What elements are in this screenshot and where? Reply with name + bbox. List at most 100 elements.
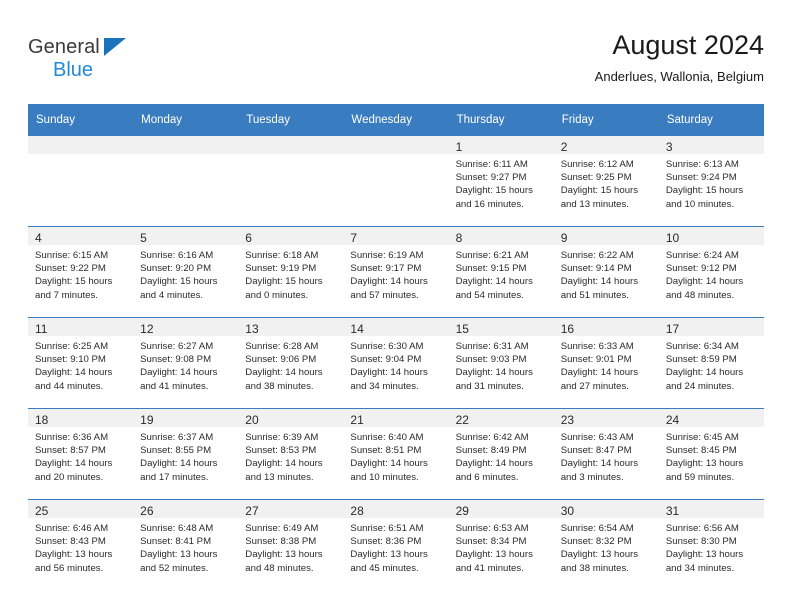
calendar-day-cell[interactable]: 25 Sunrise: 6:46 AM Sunset: 8:43 PM Dayligh… xyxy=(28,499,134,590)
calendar-day-cell[interactable]: 27 Sunrise: 6:49 AM Sunset: 8:38 PM Dayligh… xyxy=(238,499,344,590)
day-number: 5 xyxy=(140,231,147,245)
daylight-text-line1: Daylight: 14 hours xyxy=(560,367,639,379)
day-number: 16 xyxy=(560,322,575,336)
triangle-icon xyxy=(104,38,126,56)
sunrise-text: Sunrise: 6:25 AM xyxy=(35,341,109,352)
day-details: Sunrise: 6:43 AM Sunset: 8:47 PM Daylight:… xyxy=(554,427,659,484)
general-blue-logo[interactable]: General Blue xyxy=(28,36,248,92)
day-number-band xyxy=(133,136,239,154)
sunrise-text: Sunrise: 6:11 AM xyxy=(455,159,528,170)
sunset-text: Sunset: 9:08 PM xyxy=(140,354,212,366)
day-details: Sunrise: 6:56 AM Sunset: 8:30 PM Daylight:… xyxy=(659,518,764,575)
day-details: Sunrise: 6:21 AM Sunset: 9:15 PM Daylight:… xyxy=(449,245,554,302)
calendar-day-cell[interactable]: 24 Sunrise: 6:45 AM Sunset: 8:45 PM Dayligh… xyxy=(658,408,764,500)
daylight-text-line2: and 38 minutes. xyxy=(560,562,629,574)
calendar-day-cell[interactable]: 22 Sunrise: 6:42 AM Sunset: 8:49 PM Dayligh… xyxy=(448,408,554,500)
calendar-day-cell[interactable]: 26 Sunrise: 6:48 AM Sunset: 8:41 PM Dayligh… xyxy=(133,499,239,590)
calendar-day-cell[interactable]: 6 Sunrise: 6:18 AM Sunset: 9:19 PM Daylight… xyxy=(238,226,344,318)
daylight-text-line1: Daylight: 14 hours xyxy=(245,458,323,470)
calendar-day-cell[interactable]: 17 Sunrise: 6:34 AM Sunset: 8:59 PM Dayligh… xyxy=(658,317,764,409)
day-details: Sunrise: 6:13 AM Sunset: 9:24 PM Daylight:… xyxy=(659,154,764,211)
daylight-text-line1: Daylight: 15 hours xyxy=(245,276,323,288)
calendar-day-cell[interactable]: 9 Sunrise: 6:22 AM Sunset: 9:14 PM Daylight… xyxy=(553,226,659,318)
day-number-band xyxy=(343,136,449,154)
calendar-page: General Blue August 2024 Anderlues, Wall… xyxy=(0,0,792,612)
sunrise-text: Sunrise: 6:31 AM xyxy=(455,341,529,352)
day-number-band: 27 xyxy=(238,500,344,518)
daylight-text-line1: Daylight: 14 hours xyxy=(35,367,113,379)
calendar-day-cell[interactable]: 29 Sunrise: 6:53 AM Sunset: 8:34 PM Dayligh… xyxy=(448,499,554,590)
day-details: Sunrise: 6:28 AM Sunset: 9:06 PM Daylight:… xyxy=(238,336,343,393)
calendar-day-cell[interactable]: 8 Sunrise: 6:21 AM Sunset: 9:15 PM Daylight… xyxy=(448,226,554,318)
sunrise-text: Sunrise: 6:39 AM xyxy=(245,432,319,443)
sunset-text: Sunset: 8:49 PM xyxy=(455,445,527,457)
calendar-day-cell[interactable]: 12 Sunrise: 6:27 AM Sunset: 9:08 PM Dayligh… xyxy=(133,317,239,409)
daylight-text-line1: Daylight: 14 hours xyxy=(560,276,639,288)
calendar-day-cell[interactable]: 16 Sunrise: 6:33 AM Sunset: 9:01 PM Dayligh… xyxy=(553,317,659,409)
calendar-day-cell[interactable]: 13 Sunrise: 6:28 AM Sunset: 9:06 PM Dayligh… xyxy=(238,317,344,409)
daylight-text-line2: and 34 minutes. xyxy=(350,380,419,392)
location-subtitle: Anderlues, Wallonia, Belgium xyxy=(594,69,764,84)
calendar-day-cell[interactable]: 19 Sunrise: 6:37 AM Sunset: 8:55 PM Dayligh… xyxy=(133,408,239,500)
daylight-text-line1: Daylight: 14 hours xyxy=(560,458,639,470)
sunset-text: Sunset: 9:22 PM xyxy=(35,263,106,275)
calendar-day-cell[interactable]: 15 Sunrise: 6:31 AM Sunset: 9:03 PM Dayligh… xyxy=(448,317,554,409)
daylight-text-line2: and 13 minutes. xyxy=(245,471,314,483)
sunrise-text: Sunrise: 6:18 AM xyxy=(245,250,319,261)
sunset-text: Sunset: 9:25 PM xyxy=(560,172,632,184)
calendar-day-cell[interactable]: 23 Sunrise: 6:43 AM Sunset: 8:47 PM Dayligh… xyxy=(553,408,659,500)
daylight-text-line1: Daylight: 13 hours xyxy=(665,458,744,470)
sunrise-text: Sunrise: 6:37 AM xyxy=(140,432,214,443)
sunrise-text: Sunrise: 6:28 AM xyxy=(245,341,319,352)
sunrise-text: Sunrise: 6:19 AM xyxy=(350,250,424,261)
sunrise-text: Sunrise: 6:54 AM xyxy=(560,523,634,534)
daylight-text-line2: and 52 minutes. xyxy=(140,562,209,574)
daylight-text-line1: Daylight: 14 hours xyxy=(455,458,533,470)
sunset-text: Sunset: 9:10 PM xyxy=(35,354,106,366)
calendar-day-cell[interactable]: 31 Sunrise: 6:56 AM Sunset: 8:30 PM Dayligh… xyxy=(658,499,764,590)
calendar-day-cell[interactable]: 4 Sunrise: 6:15 AM Sunset: 9:22 PM Daylight… xyxy=(28,226,134,318)
day-number-band: 30 xyxy=(553,500,659,518)
calendar-day-cell[interactable]: 11 Sunrise: 6:25 AM Sunset: 9:10 PM Dayligh… xyxy=(28,317,134,409)
daylight-text-line2: and 41 minutes. xyxy=(140,380,209,392)
daylight-text-line2: and 7 minutes. xyxy=(35,289,98,301)
calendar-day-cell[interactable]: 2 Sunrise: 6:12 AM Sunset: 9:25 PM Daylight… xyxy=(553,136,659,227)
calendar-day-cell[interactable]: 14 Sunrise: 6:30 AM Sunset: 9:04 PM Dayligh… xyxy=(343,317,449,409)
calendar-day-cell[interactable]: 10 Sunrise: 6:24 AM Sunset: 9:12 PM Dayligh… xyxy=(658,226,764,318)
day-details: Sunrise: 6:39 AM Sunset: 8:53 PM Daylight:… xyxy=(238,427,343,484)
calendar-day-cell[interactable]: 30 Sunrise: 6:54 AM Sunset: 8:32 PM Dayligh… xyxy=(553,499,659,590)
daylight-text-line2: and 41 minutes. xyxy=(455,562,524,574)
sunset-text: Sunset: 8:36 PM xyxy=(350,536,422,548)
day-number: 17 xyxy=(665,322,680,336)
calendar-week-row: 11 Sunrise: 6:25 AM Sunset: 9:10 PM Dayligh… xyxy=(28,317,764,409)
daylight-text-line2: and 13 minutes. xyxy=(560,198,629,210)
calendar-day-cell[interactable]: 3 Sunrise: 6:13 AM Sunset: 9:24 PM Daylight… xyxy=(658,136,764,227)
sunset-text: Sunset: 9:15 PM xyxy=(455,263,527,275)
calendar-day-cell[interactable]: 28 Sunrise: 6:51 AM Sunset: 8:36 PM Dayligh… xyxy=(343,499,449,590)
sunrise-text: Sunrise: 6:12 AM xyxy=(560,159,634,170)
day-number: 31 xyxy=(665,504,680,518)
sunset-text: Sunset: 8:43 PM xyxy=(35,536,106,548)
sunrise-text: Sunrise: 6:27 AM xyxy=(140,341,214,352)
calendar-day-cell[interactable]: 18 Sunrise: 6:36 AM Sunset: 8:57 PM Dayligh… xyxy=(28,408,134,500)
daylight-text-line1: Daylight: 14 hours xyxy=(140,458,218,470)
calendar-day-cell[interactable]: 1 Sunrise: 6:11 AM Sunset: 9:27 PM Daylight… xyxy=(448,136,554,227)
day-number-band: 4 xyxy=(28,227,134,245)
calendar-day-cell[interactable]: 7 Sunrise: 6:19 AM Sunset: 9:17 PM Daylight… xyxy=(343,226,449,318)
calendar-day-cell[interactable]: 21 Sunrise: 6:40 AM Sunset: 8:51 PM Dayligh… xyxy=(343,408,449,500)
day-number: 23 xyxy=(560,413,575,427)
daylight-text-line1: Daylight: 13 hours xyxy=(350,549,428,561)
daylight-text-line1: Daylight: 14 hours xyxy=(665,276,744,288)
day-details: Sunrise: 6:30 AM Sunset: 9:04 PM Daylight:… xyxy=(343,336,448,393)
page-title: August 2024 xyxy=(612,30,764,60)
day-number-band: 20 xyxy=(238,409,344,427)
calendar-day-cell[interactable]: 20 Sunrise: 6:39 AM Sunset: 8:53 PM Dayligh… xyxy=(238,408,344,500)
daylight-text-line2: and 0 minutes. xyxy=(245,289,309,301)
sunset-text: Sunset: 8:55 PM xyxy=(140,445,212,457)
sunrise-text: Sunrise: 6:13 AM xyxy=(665,159,739,170)
daylight-text-line1: Daylight: 14 hours xyxy=(350,458,428,470)
daylight-text-line2: and 54 minutes. xyxy=(455,289,524,301)
day-number-band: 12 xyxy=(133,318,239,336)
day-number: 18 xyxy=(35,413,49,427)
calendar-day-cell[interactable]: 5 Sunrise: 6:16 AM Sunset: 9:20 PM Daylight… xyxy=(133,226,239,318)
